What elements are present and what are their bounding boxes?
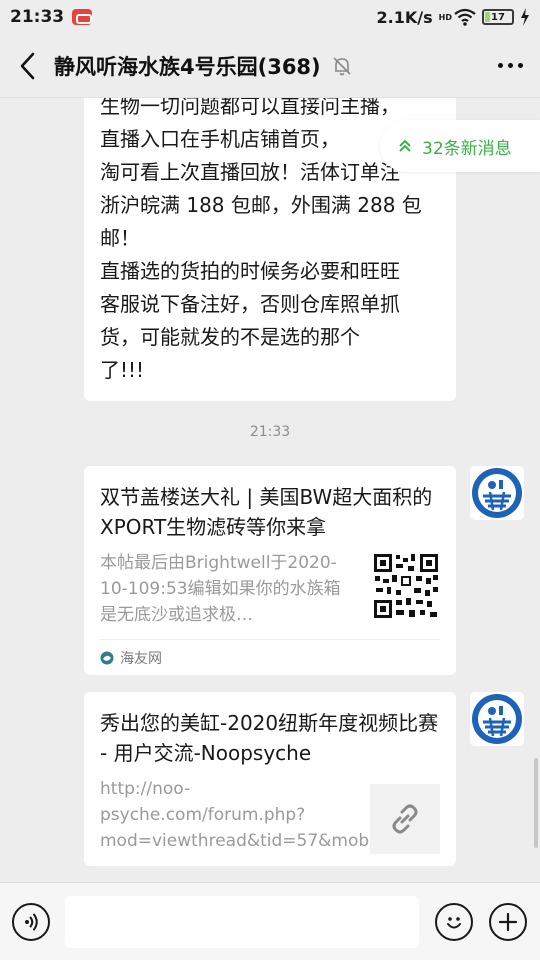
- notification-icon: [72, 9, 93, 25]
- battery-level: [485, 12, 490, 22]
- avatar[interactable]: [470, 692, 524, 746]
- qr-code-icon: [372, 552, 440, 620]
- card-title: 双节盖楼送大礼 | 美国BW超大面积的XPORT生物滤砖等你来拿: [100, 485, 433, 539]
- link-card[interactable]: 秀出您的美缸-2020纽斯年度视频比赛 - 用户交流-Noopsyche htt…: [84, 692, 456, 866]
- emoji-button[interactable]: [435, 902, 473, 941]
- avatar-logo-icon: [470, 466, 524, 520]
- input-bar: [0, 882, 540, 960]
- status-time: 21:33: [10, 7, 65, 27]
- card-description: 本帖最后由Brightwell于2020-10-109:53编辑如果你的水族箱是…: [100, 553, 341, 625]
- message-line: 货，可能就发的不是选的那个: [100, 325, 360, 349]
- back-button[interactable]: [0, 34, 54, 98]
- wifi-icon: [454, 8, 476, 26]
- site-logo-icon: [100, 651, 114, 664]
- status-right: 2.1K/s HD 17: [377, 8, 530, 27]
- chevron-left-icon: [20, 52, 35, 79]
- more-button[interactable]: [480, 34, 540, 98]
- hd-indicator: HD: [438, 12, 452, 22]
- card-title: 秀出您的美缸-2020纽斯年度视频比赛 - 用户交流-Noopsyche: [100, 711, 439, 765]
- voice-icon: [25, 913, 38, 930]
- battery-text: 17: [491, 11, 505, 23]
- message-input[interactable]: [65, 895, 419, 948]
- chat-header: 静风听海水族4号乐园(368): [0, 34, 540, 98]
- card-body: 本帖最后由Brightwell于2020-10-109:53编辑如果你的水族箱是…: [100, 550, 440, 628]
- message-line: 直播选的货拍的时候务必要和旺旺: [100, 259, 400, 283]
- link-thumbnail: [370, 784, 440, 854]
- scrollbar-thumb[interactable]: [534, 758, 538, 848]
- link-icon: [392, 804, 418, 834]
- chat-area[interactable]: 生物一切问题都可以直接问主播， 直播入口在手机店铺首页， 淘可看上次直播回放！活…: [0, 98, 540, 882]
- link-card[interactable]: 双节盖楼送大礼 | 美国BW超大面积的XPORT生物滤砖等你来拿 本帖最后由Br…: [84, 466, 456, 675]
- more-dot: [497, 63, 503, 68]
- double-chevron-up-icon: [399, 139, 411, 152]
- message-line: 浙沪皖满 188 包邮，外围满 288 包: [100, 193, 422, 217]
- battery-icon: 17: [482, 9, 514, 25]
- chat-title: 静风听海水族4号乐园(368): [54, 54, 321, 79]
- emoji-icon: [447, 916, 461, 928]
- message-line: 客服说下备注好，否则仓库照单抓: [100, 292, 400, 316]
- charging-icon: [521, 8, 529, 26]
- card-source-name: 海友网: [120, 650, 162, 667]
- avatar-logo-icon: [470, 692, 524, 746]
- message-line: 邮！: [100, 226, 140, 250]
- new-messages-label: 32条新消息: [422, 138, 512, 159]
- card-source: 海友网: [100, 639, 440, 675]
- avatar[interactable]: [470, 466, 524, 520]
- new-messages-button[interactable]: 32条新消息: [380, 120, 540, 172]
- plus-icon: [498, 912, 518, 931]
- bell-off-icon: [333, 56, 351, 75]
- more-dot: [517, 63, 523, 68]
- plus-button[interactable]: [489, 902, 527, 941]
- message-timestamp: 21:33: [249, 424, 291, 440]
- card-body: http://noo-psyche.com/forum.php?mod=view…: [100, 776, 440, 854]
- network-speed: 2.1K/s: [376, 7, 433, 27]
- status-bar: 21:33 2.1K/s HD 17: [0, 0, 540, 34]
- voice-button[interactable]: [12, 902, 50, 941]
- more-dot: [507, 63, 513, 68]
- card-description: http://noo-psyche.com/forum.php?mod=view…: [100, 779, 391, 851]
- message-line: 生物一切问题都可以直接问主播，: [100, 98, 400, 118]
- message-line: 了!!!: [100, 358, 145, 382]
